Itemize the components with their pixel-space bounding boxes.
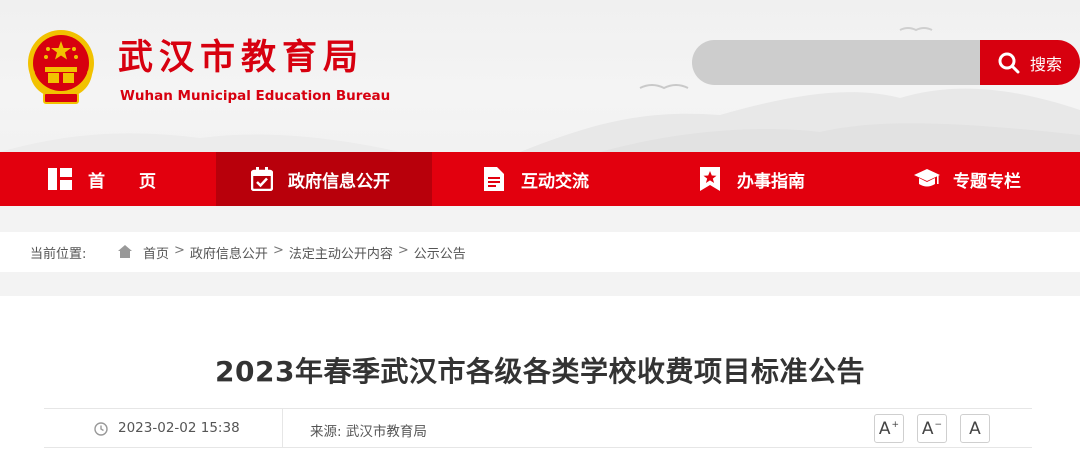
article-title: 2023年春季武汉市各级各类学校收费项目标准公告	[215, 355, 865, 388]
nav-item-gov-info[interactable]: 政府信息公开	[216, 152, 432, 206]
search-button[interactable]: 搜索	[980, 40, 1080, 85]
nav-item-label: 政府信息公开	[288, 171, 390, 192]
article-container: 2023年春季武汉市各级各类学校收费项目标准公告 2023-02-02 15:3…	[0, 296, 1080, 476]
breadcrumb-separator: >	[174, 242, 185, 258]
plus-icon: +	[891, 419, 900, 430]
breadcrumb-link-notices[interactable]: 公示公告	[414, 243, 466, 262]
nav-item-home[interactable]: 首 页	[0, 152, 216, 206]
search-button-label: 搜索	[1029, 54, 1062, 74]
document-icon	[484, 167, 504, 191]
minus-icon: −	[934, 419, 943, 430]
article-meta: 2023-02-02 15:38 来源: 武汉市教育局 A + A − A	[44, 408, 1032, 448]
nav-item-interaction[interactable]: 互动交流	[432, 152, 648, 206]
breadcrumb-trail: 首页 > 政府信息公开 > 法定主动公开内容 > 公示公告	[143, 243, 466, 262]
font-size-decrease-label: A	[921, 418, 934, 439]
national-emblem-logo	[28, 30, 94, 104]
site-title: 武汉市教育局	[118, 38, 365, 78]
nav-item-label: 互动交流	[521, 171, 589, 192]
site-header: 武汉市教育局 Wuhan Municipal Education Bureau …	[0, 0, 1080, 152]
home-icon	[118, 245, 132, 258]
font-size-increase-button[interactable]: A +	[874, 414, 904, 443]
font-size-reset-label: A	[969, 418, 981, 439]
graduation-cap-icon	[914, 169, 940, 187]
search-icon	[998, 52, 1020, 73]
font-size-decrease-button[interactable]: A −	[917, 414, 947, 443]
meta-divider	[282, 409, 283, 447]
calendar-check-icon	[251, 167, 273, 191]
site-subtitle: Wuhan Municipal Education Bureau	[120, 88, 391, 104]
nav-item-topics[interactable]: 专题专栏	[864, 152, 1080, 206]
breadcrumb-link-gov-info[interactable]: 政府信息公开	[190, 243, 268, 262]
breadcrumb-separator: >	[397, 242, 409, 258]
nav-item-label: 专题专栏	[953, 171, 1021, 192]
nav-item-guide[interactable]: 办事指南	[648, 152, 864, 206]
clock-icon	[94, 422, 108, 436]
article-source: 来源: 武汉市教育局	[310, 424, 427, 440]
nav-item-label: 首 页	[88, 171, 156, 192]
breadcrumb-separator: >	[272, 242, 284, 258]
publish-date: 2023-02-02 15:38	[118, 420, 240, 436]
search-input[interactable]	[692, 40, 982, 85]
font-size-increase-label: A	[878, 418, 891, 439]
breadcrumb-lead: 当前位置:	[30, 246, 87, 262]
nav-item-label: 办事指南	[737, 171, 805, 192]
breadcrumb-link-home[interactable]: 首页	[143, 243, 169, 262]
breadcrumb-link-statutory[interactable]: 法定主动公开内容	[289, 243, 393, 262]
bookmark-star-icon	[700, 167, 720, 191]
grid-icon	[48, 168, 72, 190]
breadcrumb: 当前位置: 首页 > 政府信息公开 > 法定主动公开内容 > 公示公告	[0, 232, 1080, 272]
font-size-reset-button[interactable]: A	[960, 414, 990, 443]
main-nav: 首 页 政府信息公开 互动交流 办事指南 专题专栏	[0, 152, 1080, 206]
